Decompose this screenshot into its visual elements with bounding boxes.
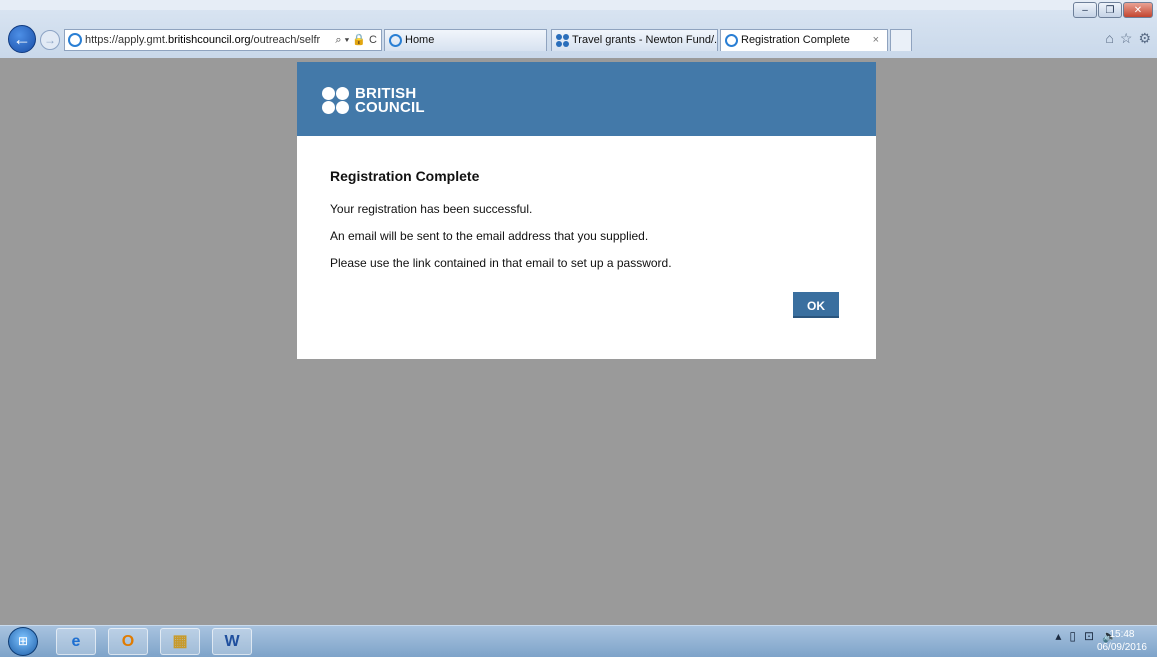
logo-dots-icon: [322, 87, 352, 115]
clock[interactable]: 15:48 06/09/2016: [1097, 628, 1147, 654]
address-tools[interactable]: ⌕ ▾ 🔒 C: [331, 30, 377, 50]
nav-row: ← → https://apply.gmt.britishcouncil.org…: [0, 22, 1157, 58]
tab-registration-complete[interactable]: Registration Complete ×: [720, 29, 888, 51]
logo-text: BRITISH COUNCIL: [355, 86, 425, 116]
ie-icon: [68, 33, 82, 47]
minimize-button[interactable]: –: [1073, 2, 1097, 18]
url-domain: britishcouncil.org: [167, 34, 251, 46]
message-line-2: An email will be sent to the email addre…: [330, 229, 649, 243]
title-strip: [0, 0, 1157, 10]
tab-travel-grants[interactable]: Travel grants - Newton Fund/...: [551, 29, 718, 51]
back-button[interactable]: ←: [8, 25, 36, 53]
address-bar[interactable]: https://apply.gmt.britishcouncil.org/out…: [64, 29, 382, 51]
tab-label: Travel grants - Newton Fund/...: [572, 34, 718, 46]
new-tab-button[interactable]: [890, 29, 912, 51]
clock-time: 15:48: [1109, 629, 1135, 640]
ok-button[interactable]: OK: [793, 292, 839, 318]
start-button[interactable]: ⊞: [8, 627, 38, 656]
network-icon[interactable]: ⊡: [1084, 629, 1094, 643]
device-icon[interactable]: ▯: [1069, 629, 1076, 643]
window-controls: – ❐ ✕: [1073, 2, 1153, 18]
dialog-title: Registration Complete: [330, 168, 480, 184]
close-tab-icon[interactable]: ×: [873, 30, 879, 51]
taskbar-internet-explorer[interactable]: e: [56, 628, 96, 655]
browser-tools: ⌂ ☆ ⚙: [1105, 30, 1151, 47]
tab-home[interactable]: Home: [384, 29, 547, 51]
ie-icon: [725, 34, 738, 47]
arrow-left-icon: ←: [13, 29, 31, 49]
show-hidden-icons-icon[interactable]: ▴: [1055, 629, 1061, 643]
folder-icon: ▦: [172, 633, 188, 650]
ie-icon: e: [71, 633, 81, 650]
url-prefix: https://apply.gmt.: [85, 34, 168, 46]
taskbar: ⊞ e O ▦ W ▴ ▯ ⊡ 🔈 15:48 06/09/2016: [0, 625, 1157, 657]
windows-logo-icon: ⊞: [17, 634, 29, 648]
forward-button[interactable]: →: [40, 30, 60, 50]
browser-chrome: – ❐ ✕ ← → https://apply.gmt.britishcounc…: [0, 0, 1157, 58]
outlook-icon: O: [121, 633, 135, 650]
message-line-1: Your registration has been successful.: [330, 202, 533, 216]
gear-icon[interactable]: ⚙: [1138, 30, 1151, 47]
home-icon[interactable]: ⌂: [1105, 30, 1113, 47]
tab-label: Registration Complete: [741, 34, 850, 46]
taskbar-word[interactable]: W: [212, 628, 252, 655]
url-path: /outreach/selfr: [250, 34, 321, 46]
dialog-header: BRITISH COUNCIL: [297, 62, 876, 136]
registration-dialog: BRITISH COUNCIL Registration Complete Yo…: [297, 62, 876, 359]
close-window-button[interactable]: ✕: [1123, 2, 1153, 18]
message-line-3: Please use the link contained in that em…: [330, 256, 672, 270]
maximize-button[interactable]: ❐: [1098, 2, 1122, 18]
word-icon: W: [224, 633, 240, 650]
taskbar-explorer[interactable]: ▦: [160, 628, 200, 655]
tab-label: Home: [405, 34, 435, 46]
arrow-right-icon: →: [44, 33, 56, 47]
british-council-logo: BRITISH COUNCIL: [322, 86, 425, 116]
british-council-icon: [556, 34, 570, 48]
clock-date: 06/09/2016: [1096, 642, 1147, 653]
taskbar-outlook[interactable]: O: [108, 628, 148, 655]
favorites-star-icon[interactable]: ☆: [1120, 30, 1133, 47]
logo-line-2: COUNCIL: [355, 99, 425, 116]
ie-icon: [389, 34, 402, 47]
